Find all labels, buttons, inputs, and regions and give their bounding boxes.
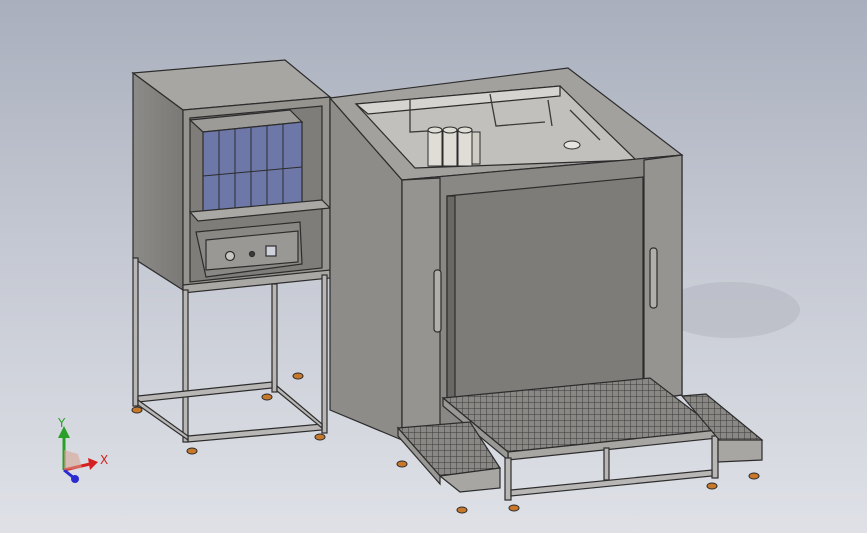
control-cabinet[interactable] <box>131 59 332 294</box>
coordinate-triad-icon: Y X <box>57 416 108 483</box>
control-cabinet-side <box>132 71 184 292</box>
display-readout <box>265 245 277 257</box>
control-knob[interactable] <box>224 250 236 262</box>
cad-model-scene[interactable]: Y X <box>0 0 867 533</box>
door-handle-left[interactable] <box>433 269 442 333</box>
graphics-viewport[interactable]: Y X <box>0 0 867 533</box>
door-handle-right[interactable] <box>649 247 658 309</box>
axis-z-tip <box>71 475 79 483</box>
axis-plane-shade <box>64 450 82 470</box>
axis-y-label: Y <box>57 416 66 430</box>
cabinet-stand-feet <box>131 372 326 455</box>
chamber-door[interactable] <box>446 176 644 401</box>
indicator-lamp <box>248 250 256 258</box>
axis-x-arrow <box>88 458 98 470</box>
chamber-door-edge <box>446 195 456 401</box>
right-step-front <box>717 439 763 463</box>
axis-x-label: X <box>100 453 108 467</box>
